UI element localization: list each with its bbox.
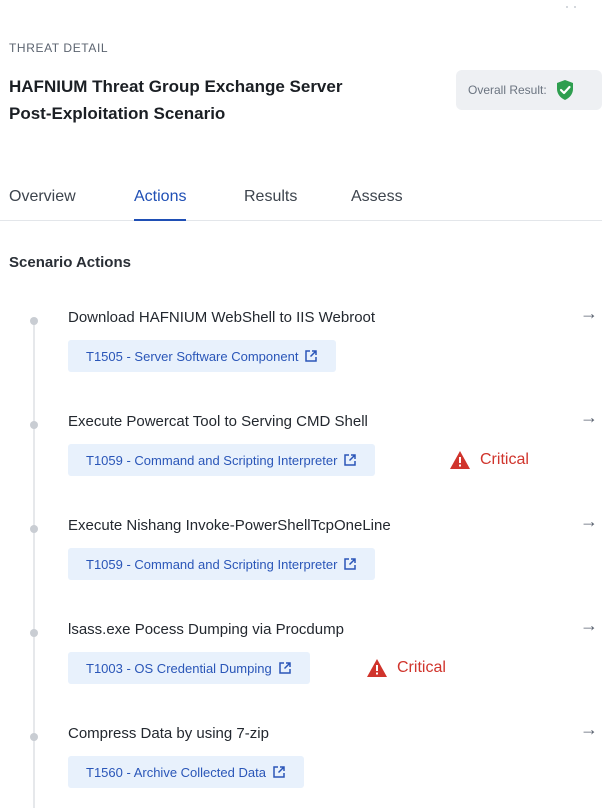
overall-result-badge: Overall Result:: [456, 70, 602, 110]
warning-icon: [450, 451, 470, 469]
technique-label: T1003 - OS Credential Dumping: [86, 660, 272, 676]
external-link-icon: [273, 766, 285, 778]
page-title-line-1: HAFNIUM Threat Group Exchange Server: [9, 77, 343, 96]
technique-label: T1059 - Command and Scripting Interprete…: [86, 452, 338, 468]
tab-bar: Overview Actions Results Assess: [0, 185, 602, 221]
timeline-dot: [30, 317, 38, 325]
action-name[interactable]: Download HAFNIUM WebShell to IIS Webroot: [68, 309, 375, 326]
arrow-right-icon[interactable]: →: [580, 719, 598, 740]
action-item[interactable]: Execute Nishang Invoke-PowerShellTcpOneL…: [0, 511, 602, 617]
action-item[interactable]: Execute Powercat Tool to Serving CMD She…: [0, 407, 602, 513]
overall-result-label: Overall Result:: [468, 83, 547, 97]
critical-label: Critical: [480, 451, 529, 468]
critical-badge: Critical: [449, 450, 529, 470]
action-item[interactable]: lsass.exe Pocess Dumping via Procdump → …: [0, 615, 602, 721]
tab-actions[interactable]: Actions: [134, 188, 187, 221]
arrow-right-icon[interactable]: →: [580, 303, 598, 324]
shield-check-icon: [556, 80, 573, 100]
critical-label: Critical: [397, 659, 446, 676]
action-name[interactable]: lsass.exe Pocess Dumping via Procdump: [68, 621, 344, 638]
action-item[interactable]: Compress Data by using 7-zip → T1560 - A…: [0, 719, 602, 808]
tab-results[interactable]: Results: [244, 188, 297, 221]
technique-link[interactable]: T1505 - Server Software Component: [68, 340, 337, 372]
action-name[interactable]: Execute Nishang Invoke-PowerShellTcpOneL…: [68, 517, 391, 534]
technique-link[interactable]: T1059 - Command and Scripting Interprete…: [68, 548, 376, 580]
page-title: HAFNIUM Threat Group Exchange Server Pos…: [9, 73, 429, 127]
external-link-icon: [278, 662, 291, 674]
technique-link[interactable]: T1003 - OS Credential Dumping: [68, 652, 310, 684]
critical-badge: Critical: [366, 658, 446, 678]
external-link-icon: [344, 558, 357, 570]
technique-label: T1505 - Server Software Component: [86, 348, 299, 364]
external-link-icon: [305, 350, 318, 362]
external-link-icon: [344, 454, 357, 466]
arrow-right-icon[interactable]: →: [580, 407, 598, 428]
technique-link[interactable]: T1560 - Archive Collected Data: [68, 756, 304, 788]
warning-icon: [367, 659, 387, 677]
page-title-line-2: Post-Exploitation Scenario: [9, 104, 226, 123]
timeline-dot: [30, 421, 38, 429]
eyebrow-label: THREAT DETAIL: [9, 41, 109, 55]
technique-label: T1560 - Archive Collected Data: [86, 764, 266, 780]
timeline-dot: [30, 629, 38, 637]
action-name[interactable]: Execute Powercat Tool to Serving CMD She…: [68, 413, 368, 430]
arrow-right-icon[interactable]: →: [580, 511, 598, 532]
technique-link[interactable]: T1059 - Command and Scripting Interprete…: [68, 444, 376, 476]
timeline-dot: [30, 733, 38, 741]
section-title: Scenario Actions: [9, 254, 131, 271]
timeline-dot: [30, 525, 38, 533]
arrow-right-icon[interactable]: →: [580, 615, 598, 636]
action-name[interactable]: Compress Data by using 7-zip: [68, 725, 269, 742]
tab-assess[interactable]: Assess: [351, 188, 403, 221]
action-item[interactable]: Download HAFNIUM WebShell to IIS Webroot…: [0, 303, 602, 409]
tab-overview[interactable]: Overview: [9, 188, 76, 221]
technique-label: T1059 - Command and Scripting Interprete…: [86, 556, 338, 572]
more-options-icon[interactable]: [566, 6, 576, 8]
